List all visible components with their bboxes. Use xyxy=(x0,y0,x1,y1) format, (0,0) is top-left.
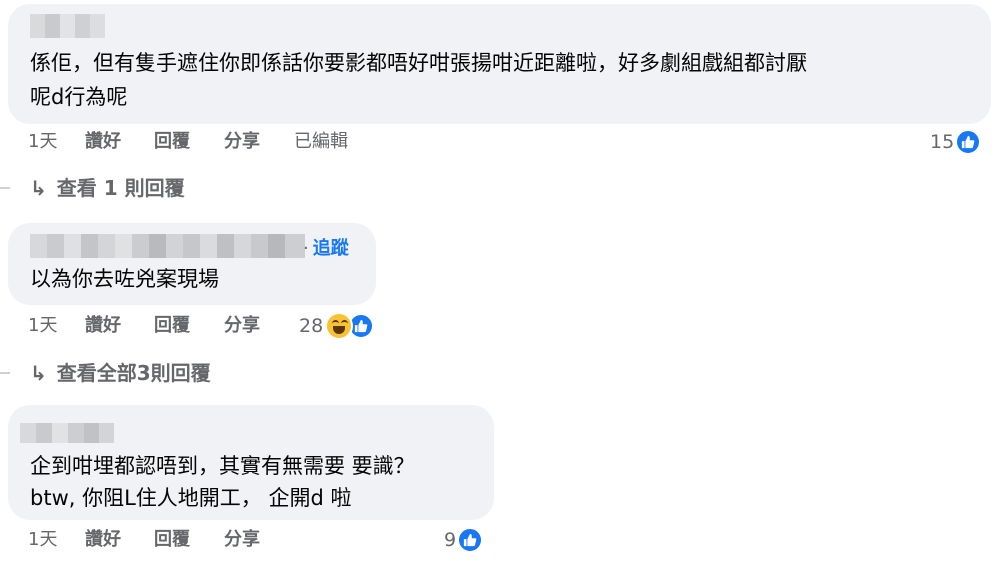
haha-icon xyxy=(325,312,354,340)
comment-actions: 1天 讚好 回覆 分享 xyxy=(28,313,308,339)
comment-text-line: 企到咁埋都認唔到，其實有無需要 要識？ xyxy=(30,454,415,478)
follow-button[interactable]: · 追蹤 xyxy=(303,234,349,260)
share-button[interactable]: 分享 xyxy=(224,313,260,339)
reply-button[interactable]: 回覆 xyxy=(154,129,190,155)
like-icon xyxy=(955,129,982,155)
edited-label[interactable]: 已編輯 xyxy=(294,129,348,155)
comment-bubble: · 追蹤 以為你去咗兇案現場 xyxy=(8,223,376,305)
like-button[interactable]: 讚好 xyxy=(85,313,121,339)
comment-text-line: 呢d行為呢 xyxy=(30,85,128,109)
reaction-count: 15 xyxy=(930,131,955,153)
follow-label: 追蹤 xyxy=(312,238,349,259)
view-replies-link[interactable]: ↳ 查看全部3則回覆 xyxy=(30,358,211,388)
comment-bubble: 企到咁埋都認唔到，其實有無需要 要識？ btw, 你阻L住人地開工， 企開d 啦 xyxy=(8,405,494,520)
comment-time[interactable]: 1天 xyxy=(28,313,57,339)
author-name-redacted[interactable] xyxy=(30,14,105,38)
comment-actions: 1天 讚好 回覆 分享 xyxy=(28,527,308,553)
like-button[interactable]: 讚好 xyxy=(85,129,121,155)
author-name-redacted[interactable] xyxy=(20,423,114,443)
reaction-summary[interactable]: 15 xyxy=(930,128,982,156)
reply-button[interactable]: 回覆 xyxy=(154,313,190,339)
reaction-count: 9 xyxy=(444,529,457,551)
comment-time[interactable]: 1天 xyxy=(28,527,57,553)
reaction-summary[interactable]: 28 xyxy=(299,312,375,340)
like-button[interactable]: 讚好 xyxy=(85,527,121,553)
follow-separator: · xyxy=(303,238,309,259)
reaction-summary[interactable]: 9 xyxy=(444,526,484,554)
like-icon xyxy=(457,527,484,553)
thread-connector xyxy=(0,187,10,189)
reply-arrow-icon: ↳ xyxy=(30,361,47,385)
author-name-redacted[interactable] xyxy=(30,234,305,258)
share-button[interactable]: 分享 xyxy=(224,129,260,155)
comment-bubble: 係佢，但有隻手遮住你即係話你要影都唔好咁張揚咁近距離啦，好多劇組戲組都討厭 呢d… xyxy=(8,4,991,124)
reply-arrow-icon: ↳ xyxy=(30,176,47,200)
comment-thread: 係佢，但有隻手遮住你即係話你要影都唔好咁張揚咁近距離啦，好多劇組戲組都討厭 呢d… xyxy=(0,0,1000,561)
comment-text-line: btw, 你阻L住人地開工， 企開d 啦 xyxy=(30,486,352,510)
comment-text-line: 以為你去咗兇案現場 xyxy=(30,267,219,291)
reply-button[interactable]: 回覆 xyxy=(154,527,190,553)
view-replies-link[interactable]: ↳ 查看 1 則回覆 xyxy=(30,173,185,203)
comment-text-line: 係佢，但有隻手遮住你即係話你要影都唔好咁張揚咁近距離啦，好多劇組戲組都討厭 xyxy=(30,51,807,75)
comment-actions: 1天 讚好 回覆 分享 已編輯 xyxy=(28,129,428,155)
reaction-count: 28 xyxy=(299,315,324,337)
comment-time[interactable]: 1天 xyxy=(28,129,57,155)
thread-connector xyxy=(0,372,10,374)
view-replies-label: 查看全部3則回覆 xyxy=(56,361,211,385)
view-replies-label: 查看 1 則回覆 xyxy=(56,176,185,200)
share-button[interactable]: 分享 xyxy=(224,527,260,553)
